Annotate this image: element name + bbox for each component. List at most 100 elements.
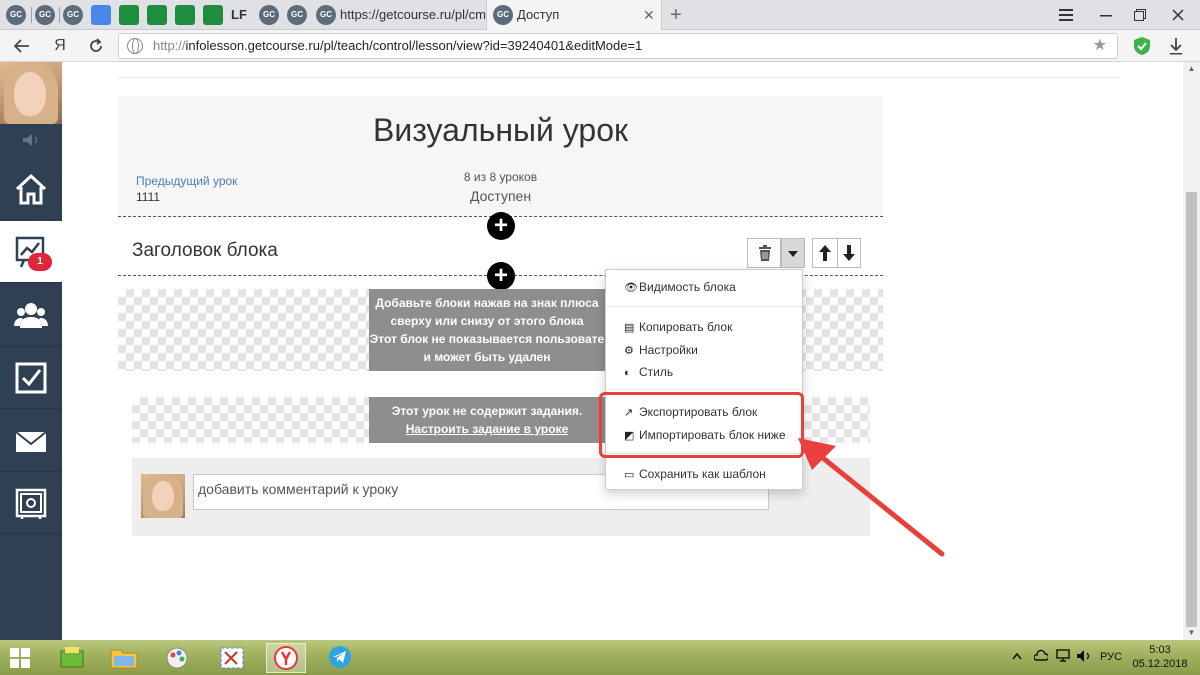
telegram-icon[interactable] (320, 643, 360, 673)
tray-chevron-up-icon[interactable] (1012, 652, 1022, 660)
menu-separator (606, 306, 802, 307)
tab-favicon-sheets-icon[interactable] (119, 5, 139, 25)
tab-favicon-sheets-icon[interactable] (147, 5, 167, 25)
tab-favicon-gc: GC (316, 5, 336, 25)
url-input[interactable]: http://infolesson.getcourse.ru/pl/teach/… (118, 33, 1118, 59)
add-block-below-button[interactable]: + (487, 262, 515, 290)
hint-line: и может быть удален (423, 350, 551, 364)
eye-icon: 👁 (624, 282, 638, 294)
yandex-icon[interactable]: Я (48, 34, 72, 58)
tab-active-access[interactable]: GC Доступ ✕ (486, 0, 662, 30)
tray-volume-icon[interactable] (1076, 649, 1092, 663)
tab-favicon-gc[interactable]: GC (287, 5, 307, 25)
arrow-up-icon (819, 245, 831, 261)
contrast-icon: ◐ (624, 367, 631, 379)
hint-line: сверху или снизу от этого блока (390, 314, 584, 328)
tab-separator (59, 7, 60, 23)
bookmark-star-icon[interactable]: ★ (1093, 34, 1107, 58)
paint-app-icon[interactable] (158, 643, 198, 673)
speaker-icon[interactable] (22, 134, 40, 146)
reload-icon[interactable] (84, 34, 108, 58)
tab-favicon-gc: GC (493, 5, 513, 25)
download-icon[interactable] (1164, 34, 1188, 58)
tab-favicon-sheets-icon[interactable] (203, 5, 223, 25)
delete-block-button[interactable] (747, 238, 781, 268)
tab-label: Доступ (517, 7, 560, 22)
address-bar-row: Я http://infolesson.getcourse.ru/pl/teac… (0, 30, 1200, 62)
lesson-status: Доступен (469, 188, 532, 204)
hint-line: Добавьте блоки нажав на знак плюса (375, 296, 599, 310)
trash-icon (759, 245, 771, 261)
configure-task-link[interactable]: Настроить задание в уроке (406, 422, 569, 436)
menu-item-copy[interactable]: ▤ Копировать блок (624, 320, 732, 334)
page-scrollbar[interactable]: ▲ ▼ (1183, 62, 1200, 640)
back-arrow-icon[interactable] (10, 34, 34, 58)
menu-item-style[interactable]: ◐ Стиль (624, 365, 673, 379)
globe-icon (127, 38, 143, 54)
protect-shield-icon[interactable] (1130, 34, 1154, 58)
block-title[interactable]: Заголовок блока (132, 240, 278, 262)
tab-favicon-gc[interactable]: GC (63, 5, 83, 25)
windows-taskbar: РУС 5:03 05.12.2018 (0, 640, 1200, 675)
tray-clock[interactable]: 5:03 05.12.2018 (1130, 643, 1190, 671)
tab-favicon-gc[interactable]: GC (259, 5, 279, 25)
mail-icon (15, 431, 47, 452)
empty-block-hint: Добавьте блоки нажав на знак плюса сверх… (369, 289, 605, 371)
sidebar-item-safe[interactable] (0, 473, 62, 535)
tray-language[interactable]: РУС (1100, 651, 1122, 663)
tab-label: https://getcourse.ru/pl/cms (340, 7, 493, 22)
menu-separator (606, 389, 802, 390)
windows-start-icon[interactable] (2, 643, 38, 673)
gear-icon: ⚙ (624, 345, 634, 357)
sidebar-item-statistics[interactable]: 1 (0, 221, 62, 283)
arrow-down-icon (843, 245, 855, 261)
safe-icon (15, 488, 47, 519)
clock-date: 05.12.2018 (1132, 658, 1188, 670)
tray-cloud-icon[interactable] (1034, 649, 1048, 663)
browser-tab-bar: GC GC GC LF GC GC GC https://getcourse.r… (0, 0, 1200, 30)
tab-getcourse-cms[interactable]: GC https://getcourse.ru/pl/cms (310, 0, 492, 30)
lesson-title: Визуальный урок (373, 112, 628, 148)
browser-menu-icon[interactable] (1046, 0, 1086, 30)
sidebar-item-users[interactable] (0, 284, 62, 346)
sidebar-item-mail[interactable] (0, 410, 62, 472)
menu-item-visibility[interactable]: 👁Видимость блока (624, 280, 736, 294)
users-icon (14, 303, 48, 328)
new-tab-icon[interactable]: + (670, 0, 682, 30)
tab-favicon-gc[interactable]: GC (35, 5, 55, 25)
menu-item-settings[interactable]: ⚙ Настройки (624, 343, 698, 357)
close-window-icon[interactable] (1158, 0, 1198, 30)
scroll-down-icon[interactable]: ▼ (1183, 626, 1200, 640)
lesson-header: Визуальный урок Предыдущий урок 1111 8 и… (118, 96, 883, 216)
comment-avatar (141, 474, 185, 518)
checkbox-icon (15, 362, 47, 394)
file-explorer-icon[interactable] (104, 643, 144, 673)
user-avatar[interactable] (0, 62, 62, 124)
tab-favicon-lf[interactable]: LF (229, 5, 249, 25)
app-sidebar: 1 (0, 62, 62, 640)
yandex-browser-taskbar-icon[interactable] (266, 643, 306, 673)
tab-favicon-docs-icon[interactable] (91, 5, 111, 25)
snipping-tool-icon[interactable] (212, 643, 252, 673)
restore-icon[interactable] (1120, 0, 1160, 30)
task-hint-text: Этот урок не содержит задания. (391, 404, 583, 418)
scroll-thumb[interactable] (1186, 192, 1197, 627)
clock-time: 5:03 (1149, 644, 1171, 656)
taskbar-app-icon[interactable] (52, 643, 92, 673)
sidebar-item-home[interactable] (0, 158, 62, 220)
add-block-above-button[interactable]: + (487, 212, 515, 240)
block-menu-toggle[interactable] (781, 238, 805, 268)
avatar-face (14, 72, 46, 116)
scroll-up-icon[interactable]: ▲ (1183, 62, 1200, 76)
notification-badge: 1 (28, 253, 52, 271)
tray-network-icon[interactable] (1056, 649, 1070, 663)
tab-favicon-gc[interactable]: GC (6, 5, 26, 25)
move-block-up-button[interactable] (812, 238, 838, 268)
tab-favicon-sheets-icon[interactable] (175, 5, 195, 25)
lesson-progress: 8 из 8 уроков (463, 170, 538, 184)
menu-item-save-template[interactable]: ▭ Сохранить как шаблон (624, 467, 766, 481)
caret-down-icon (788, 251, 798, 257)
move-block-down-button[interactable] (837, 238, 861, 268)
tab-close-icon[interactable]: ✕ (643, 0, 655, 30)
sidebar-item-tasks[interactable] (0, 347, 62, 409)
